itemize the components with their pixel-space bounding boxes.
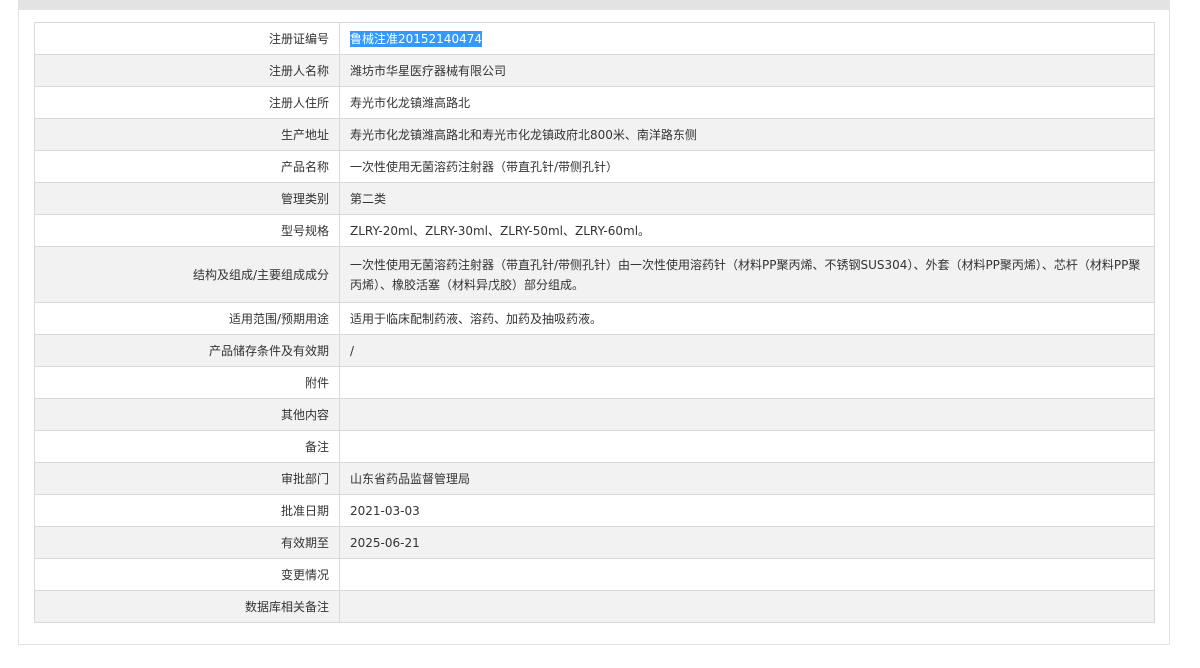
registration-detail-table: 注册证编号 鲁械注准20152140474 注册人名称 潍坊市华星医疗器械有限公… <box>34 22 1155 623</box>
row-label: 变更情况 <box>34 558 340 591</box>
row-value: 潍坊市华星医疗器械有限公司 <box>339 54 1155 87</box>
row-value: 适用于临床配制药液、溶药、加药及抽吸药液。 <box>339 302 1155 335</box>
row-value[interactable]: 鲁械注准20152140474 <box>339 22 1155 55</box>
table-row: 变更情况 <box>34 558 1155 591</box>
row-value <box>339 590 1155 623</box>
row-label: 附件 <box>34 366 340 399</box>
row-label: 备注 <box>34 430 340 463</box>
table-row: 适用范围/预期用途 适用于临床配制药液、溶药、加药及抽吸药液。 <box>34 302 1155 335</box>
row-label: 批准日期 <box>34 494 340 527</box>
row-label: 其他内容 <box>34 398 340 431</box>
table-row: 其他内容 <box>34 398 1155 431</box>
row-label: 审批部门 <box>34 462 340 495</box>
table-row: 结构及组成/主要组成成分 一次性使用无菌溶药注射器（带直孔针/带侧孔针）由一次性… <box>34 246 1155 303</box>
top-bar <box>18 0 1170 10</box>
table-row: 备注 <box>34 430 1155 463</box>
table-row: 管理类别 第二类 <box>34 182 1155 215</box>
table-row: 数据库相关备注 <box>34 590 1155 623</box>
row-label: 注册人名称 <box>34 54 340 87</box>
table-row: 附件 <box>34 366 1155 399</box>
row-value: / <box>339 334 1155 367</box>
row-label: 注册人住所 <box>34 86 340 119</box>
table-row: 产品储存条件及有效期 / <box>34 334 1155 367</box>
row-label: 生产地址 <box>34 118 340 151</box>
table-row: 有效期至 2025-06-21 <box>34 526 1155 559</box>
table-row: 注册人住所 寿光市化龙镇潍高路北 <box>34 86 1155 119</box>
row-label: 数据库相关备注 <box>34 590 340 623</box>
row-label: 型号规格 <box>34 214 340 247</box>
row-value: 2021-03-03 <box>339 494 1155 527</box>
selected-registration-number[interactable]: 鲁械注准20152140474 <box>350 30 482 47</box>
row-label: 有效期至 <box>34 526 340 559</box>
row-value: 山东省药品监督管理局 <box>339 462 1155 495</box>
row-value: 寿光市化龙镇潍高路北和寿光市化龙镇政府北800米、南洋路东侧 <box>339 118 1155 151</box>
row-value: 第二类 <box>339 182 1155 215</box>
table-row: 生产地址 寿光市化龙镇潍高路北和寿光市化龙镇政府北800米、南洋路东侧 <box>34 118 1155 151</box>
row-label: 产品储存条件及有效期 <box>34 334 340 367</box>
row-value <box>339 366 1155 399</box>
row-label: 适用范围/预期用途 <box>34 302 340 335</box>
table-row: 型号规格 ZLRY-20ml、ZLRY-30ml、ZLRY-50ml、ZLRY-… <box>34 214 1155 247</box>
row-label: 产品名称 <box>34 150 340 183</box>
row-value <box>339 398 1155 431</box>
row-value: ZLRY-20ml、ZLRY-30ml、ZLRY-50ml、ZLRY-60ml。 <box>339 214 1155 247</box>
row-value: 一次性使用无菌溶药注射器（带直孔针/带侧孔针）由一次性使用溶药针（材料PP聚丙烯… <box>339 246 1155 303</box>
detail-panel: 注册证编号 鲁械注准20152140474 注册人名称 潍坊市华星医疗器械有限公… <box>18 10 1170 645</box>
row-value <box>339 558 1155 591</box>
row-value: 2025-06-21 <box>339 526 1155 559</box>
table-row: 注册证编号 鲁械注准20152140474 <box>34 22 1155 55</box>
row-value: 寿光市化龙镇潍高路北 <box>339 86 1155 119</box>
table-row: 注册人名称 潍坊市华星医疗器械有限公司 <box>34 54 1155 87</box>
row-value <box>339 430 1155 463</box>
table-row: 审批部门 山东省药品监督管理局 <box>34 462 1155 495</box>
row-label: 结构及组成/主要组成成分 <box>34 246 340 303</box>
table-row: 产品名称 一次性使用无菌溶药注射器（带直孔针/带侧孔针） <box>34 150 1155 183</box>
row-label: 管理类别 <box>34 182 340 215</box>
row-label: 注册证编号 <box>34 22 340 55</box>
row-value: 一次性使用无菌溶药注射器（带直孔针/带侧孔针） <box>339 150 1155 183</box>
table-row: 批准日期 2021-03-03 <box>34 494 1155 527</box>
